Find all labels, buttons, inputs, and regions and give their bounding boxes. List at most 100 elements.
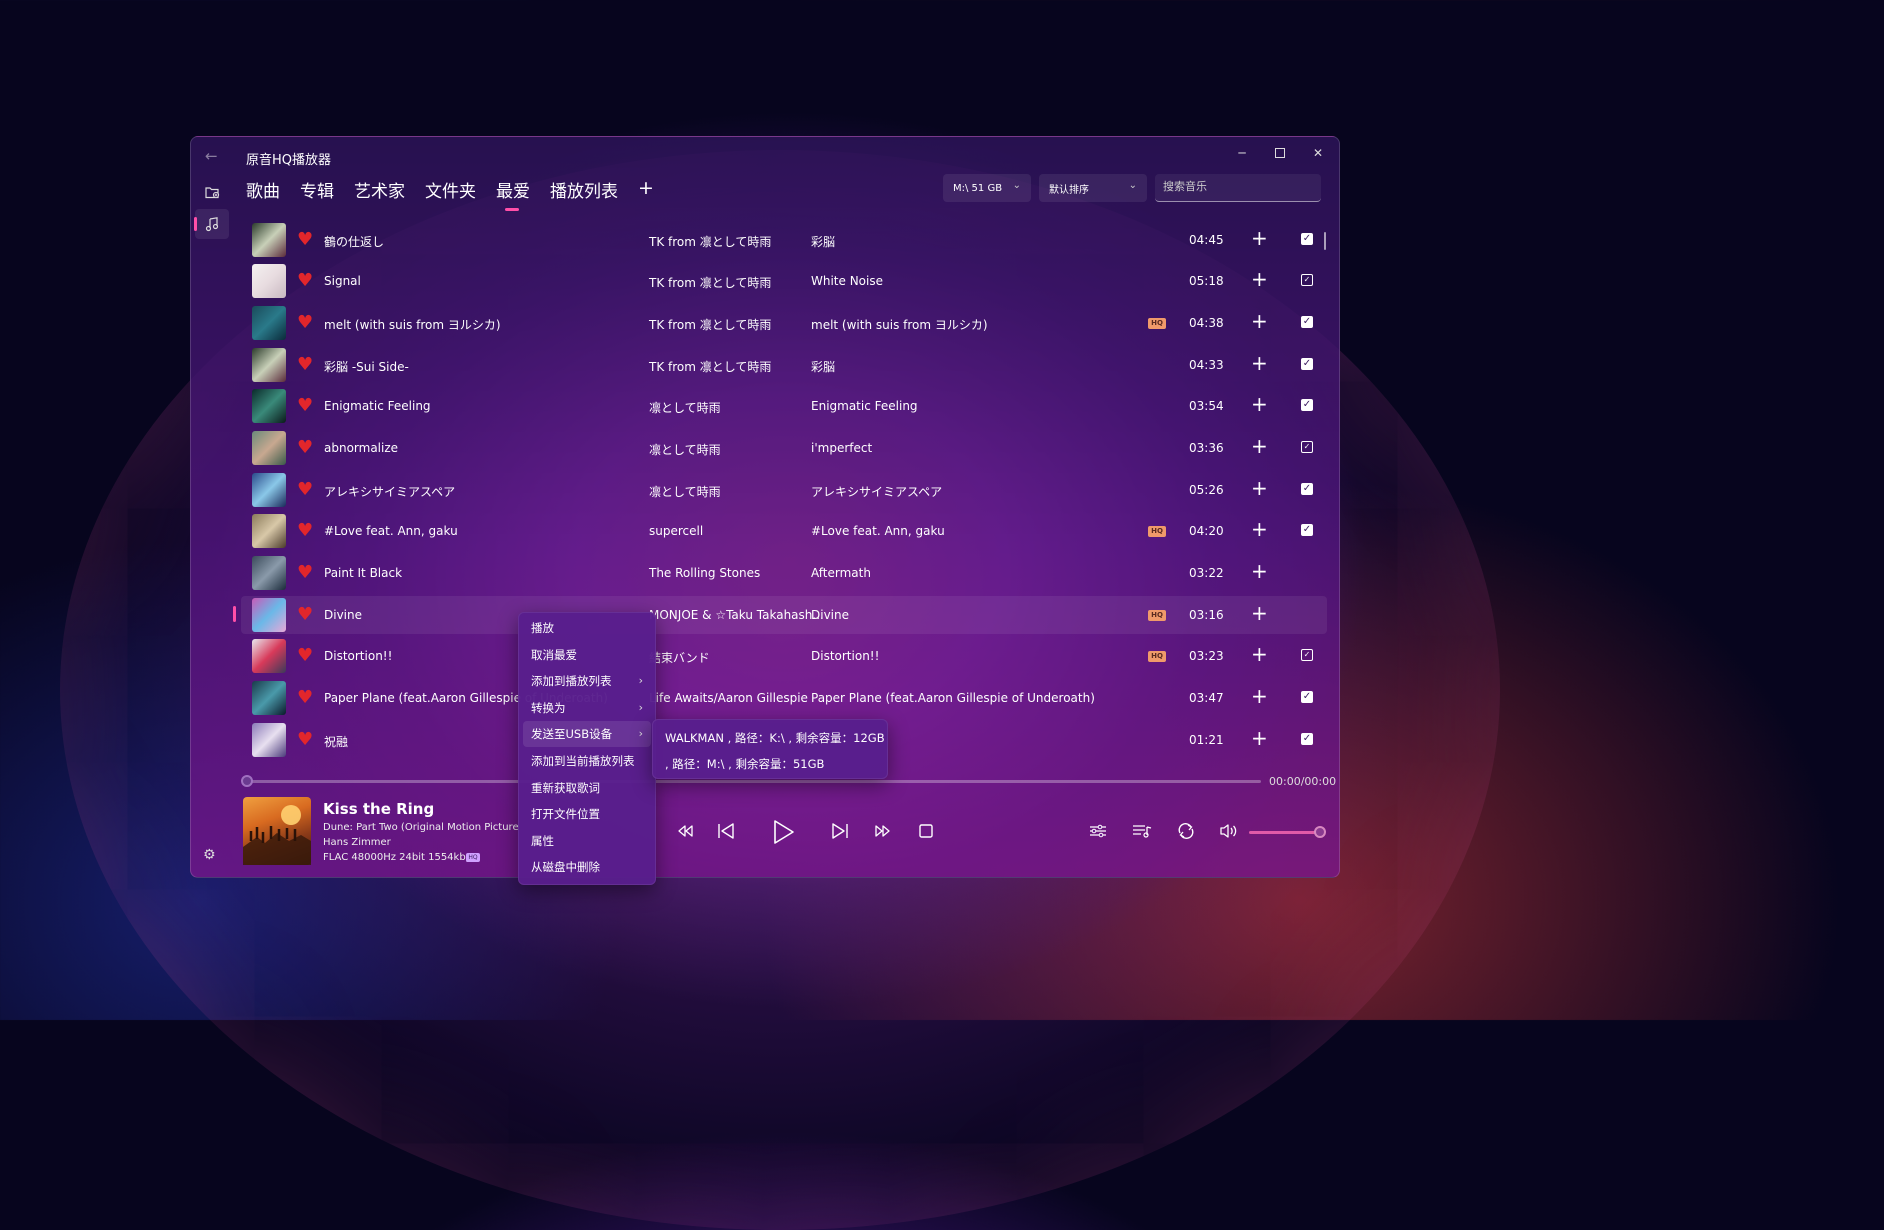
album-art-thumbnail[interactable] (252, 639, 286, 673)
usb-device-walkman[interactable]: WALKMAN , 路径：K:\ , 剩余容量：12GB (665, 730, 885, 746)
seek-thumb[interactable] (241, 775, 253, 787)
song-row[interactable]: ♥ Enigmatic Feeling 凛として時雨 Enigmatic Feelin… (241, 387, 1327, 425)
album-art-thumbnail[interactable] (252, 598, 286, 632)
tab-songs[interactable]: 歌曲 (246, 177, 280, 202)
plus-icon[interactable]: + (1251, 352, 1268, 374)
minimize-button[interactable]: ─ (1227, 143, 1257, 163)
sort-select[interactable]: 默认排序 ⌄ (1039, 174, 1147, 202)
now-playing-cover[interactable] (243, 797, 311, 865)
album-art-thumbnail[interactable] (252, 431, 286, 465)
tab-albums[interactable]: 专辑 (300, 177, 334, 202)
heart-icon[interactable]: ♥ (297, 314, 313, 332)
play-icon[interactable] (769, 817, 799, 847)
heart-icon[interactable]: ♥ (297, 731, 313, 749)
heart-icon[interactable]: ♥ (297, 522, 313, 540)
back-arrow-icon[interactable]: ← (205, 147, 218, 165)
album-art-thumbnail[interactable] (252, 723, 286, 757)
gear-icon[interactable]: ⚙ (203, 847, 216, 863)
maximize-button[interactable] (1265, 143, 1295, 163)
plus-icon[interactable]: + (1251, 310, 1268, 332)
plus-icon[interactable]: + (1251, 727, 1268, 749)
context-menu-item[interactable]: 属性 (523, 828, 651, 854)
song-row[interactable]: ♥ Divine MONJOE & ☆Taku Takahash... Divine H… (233, 596, 1327, 634)
heart-icon[interactable]: ♥ (297, 272, 313, 290)
heart-icon[interactable]: ♥ (297, 231, 313, 249)
album-art-thumbnail[interactable] (252, 514, 286, 548)
seek-bar[interactable] (247, 780, 1261, 783)
plus-icon[interactable]: + (1251, 393, 1268, 415)
fast-forward-icon[interactable] (873, 817, 893, 845)
plus-icon[interactable]: + (1251, 268, 1268, 290)
checkbox-icon[interactable]: ✓ (1301, 358, 1313, 370)
checkbox-icon[interactable]: ✓ (1301, 233, 1313, 245)
volume-slider[interactable] (1249, 831, 1321, 834)
stop-icon[interactable] (915, 817, 937, 845)
plus-icon[interactable]: + (1251, 685, 1268, 707)
device-select[interactable]: M:\ 51 GB ⌄ (943, 174, 1031, 202)
checkbox-icon[interactable]: ✓ (1301, 691, 1313, 703)
song-row[interactable]: ♥ Paper Plane (feat.Aaron Gillespie of Un… (241, 679, 1327, 717)
list-scrollbar[interactable] (1324, 232, 1326, 250)
song-row[interactable]: ♥ #Love feat. Ann, gaku supercell #Love fea… (241, 512, 1327, 550)
heart-icon[interactable]: ♥ (297, 397, 313, 415)
next-track-icon[interactable] (829, 817, 851, 845)
heart-icon[interactable]: ♥ (297, 564, 313, 582)
plus-icon[interactable]: + (1251, 643, 1268, 665)
song-row[interactable]: ♥ abnormalize 凛として時雨 i'mperfect 03:36 + ✓ (241, 429, 1327, 467)
music-note-icon[interactable] (195, 209, 229, 239)
heart-icon[interactable]: ♥ (297, 689, 313, 707)
checkbox-icon[interactable]: ✓ (1301, 733, 1313, 745)
context-menu-item[interactable]: 从磁盘中删除 (523, 854, 651, 880)
album-art-thumbnail[interactable] (252, 473, 286, 507)
heart-icon[interactable]: ♥ (297, 647, 313, 665)
tab-artists[interactable]: 艺术家 (354, 177, 405, 202)
song-row[interactable]: ♥ Distortion!! 結束バンド Distortion!! HQ 03:23 + ✓ (241, 637, 1327, 675)
context-menu-item[interactable]: 添加到当前播放列表 (523, 748, 651, 774)
plus-icon[interactable]: + (1251, 477, 1268, 499)
heart-icon[interactable]: ♥ (297, 356, 313, 374)
search-box[interactable] (1155, 174, 1321, 202)
usb-device-m-drive[interactable]: , 路径：M:\ , 剩余容量：51GB (665, 756, 824, 772)
tab-favorites[interactable]: 最爱 (496, 177, 530, 211)
previous-track-icon[interactable] (715, 817, 737, 845)
album-art-thumbnail[interactable] (252, 264, 286, 298)
checkbox-icon[interactable]: ✓ (1301, 441, 1313, 453)
tab-playlists[interactable]: 播放列表 (550, 177, 618, 202)
add-tab-button[interactable]: + (638, 177, 654, 202)
song-row[interactable]: ♥ melt (with suis from ヨルシカ) TK from 凛として時… (241, 304, 1327, 342)
folder-add-icon[interactable] (201, 181, 223, 203)
context-menu-item[interactable]: 取消最爱 (523, 642, 651, 668)
rewind-icon[interactable] (675, 817, 695, 845)
equalizer-icon[interactable] (1087, 817, 1109, 845)
plus-icon[interactable]: + (1251, 518, 1268, 540)
repeat-icon[interactable] (1175, 817, 1197, 845)
song-row[interactable]: ♥ 鶴の仕返し TK from 凛として時雨 彩脳 04:45 + ✓ (241, 221, 1327, 259)
heart-icon[interactable]: ♥ (297, 606, 313, 624)
checkbox-icon[interactable]: ✓ (1301, 649, 1313, 661)
context-menu-item[interactable]: 播放 (523, 615, 651, 641)
context-menu-item[interactable]: 重新获取歌词 (523, 775, 651, 801)
album-art-thumbnail[interactable] (252, 348, 286, 382)
song-row[interactable]: ♥ Signal TK from 凛として時雨 White Noise 05:18 + ✓ (241, 262, 1327, 300)
plus-icon[interactable]: + (1251, 435, 1268, 457)
search-input[interactable] (1155, 174, 1321, 199)
album-art-thumbnail[interactable] (252, 556, 286, 590)
checkbox-icon[interactable]: ✓ (1301, 524, 1313, 536)
volume-thumb[interactable] (1313, 826, 1326, 838)
heart-icon[interactable]: ♥ (297, 439, 313, 457)
album-art-thumbnail[interactable] (252, 389, 286, 423)
volume-icon[interactable] (1217, 817, 1241, 845)
checkbox-icon[interactable]: ✓ (1301, 274, 1313, 286)
tab-folders[interactable]: 文件夹 (425, 177, 476, 202)
context-menu-item[interactable]: 转换为 › (523, 695, 651, 721)
song-row[interactable]: ♥ Paint It Black The Rolling Stones Afterma… (241, 554, 1327, 592)
playlist-icon[interactable] (1131, 817, 1153, 845)
checkbox-icon[interactable]: ✓ (1301, 483, 1313, 495)
plus-icon[interactable]: + (1251, 602, 1268, 624)
checkbox-icon[interactable]: ✓ (1301, 399, 1313, 411)
album-art-thumbnail[interactable] (252, 681, 286, 715)
context-menu-item[interactable]: 添加到播放列表 › (523, 668, 651, 694)
checkbox-icon[interactable]: ✓ (1301, 316, 1313, 328)
song-row[interactable]: ♥ 彩脳 -Sui Side- TK from 凛として時雨 彩脳 04:33 + ✓ (241, 346, 1327, 384)
plus-icon[interactable]: + (1251, 560, 1268, 582)
